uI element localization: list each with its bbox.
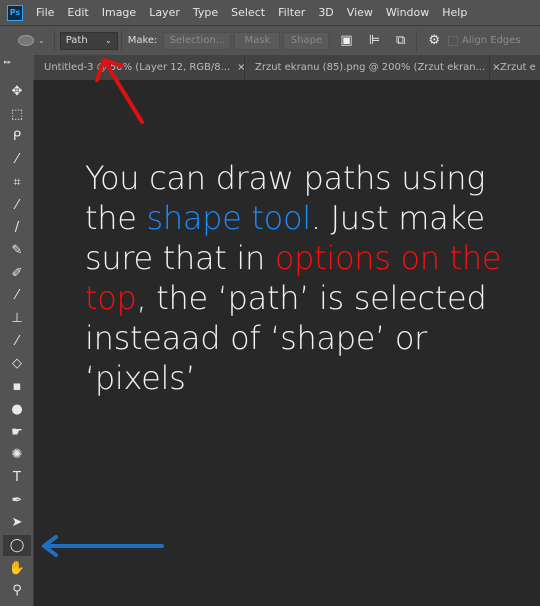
red-arrow [95,58,144,124]
annotation-arrows [42,58,164,557]
blue-arrow [42,535,164,557]
